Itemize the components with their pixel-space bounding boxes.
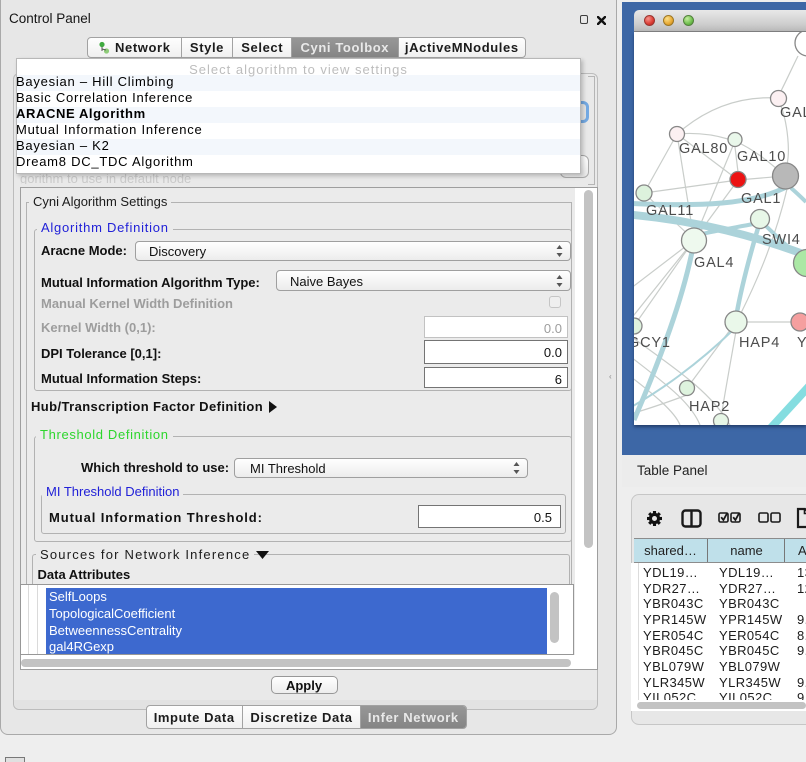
svg-text:GAL10: GAL10	[737, 149, 786, 165]
svg-text:HAP4: HAP4	[739, 335, 780, 351]
svg-text:HAP2: HAP2	[689, 399, 730, 415]
svg-text:GAL80: GAL80	[679, 141, 728, 157]
svg-text:GAL: GAL	[780, 105, 806, 121]
svg-text:Y: Y	[797, 335, 806, 351]
svg-text:GAL4: GAL4	[694, 255, 734, 271]
svg-text:GAL11: GAL11	[646, 203, 694, 219]
svg-text:GCY1: GCY1	[634, 335, 671, 351]
svg-text:GAL1: GAL1	[741, 191, 781, 207]
svg-text:SWI4: SWI4	[762, 232, 801, 248]
